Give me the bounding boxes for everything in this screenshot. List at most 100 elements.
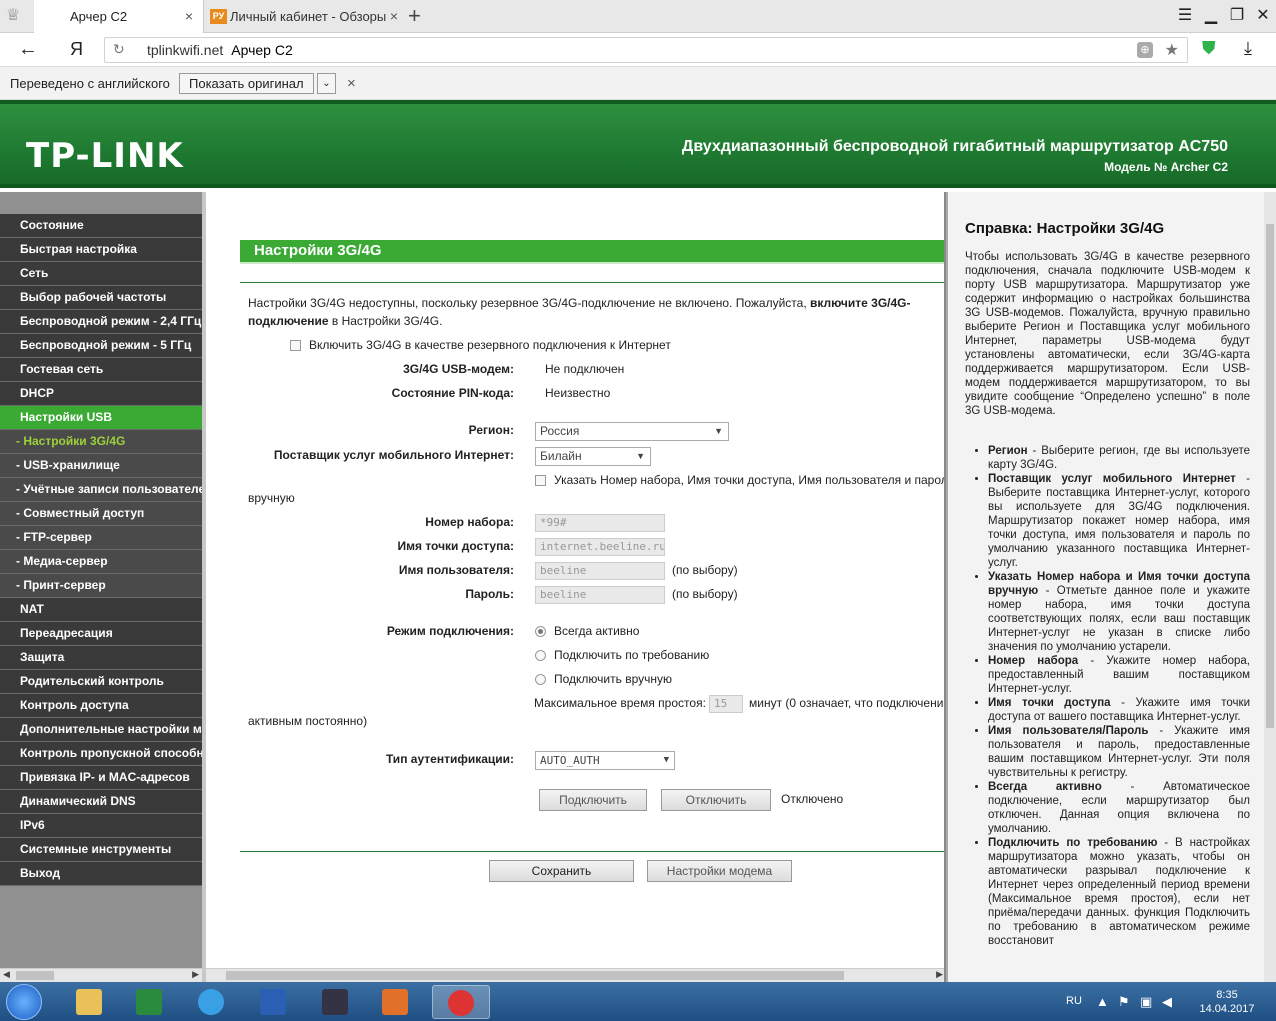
password-input[interactable]: beeline bbox=[535, 586, 665, 604]
excel-icon[interactable] bbox=[124, 985, 174, 1019]
volume-icon[interactable]: ◀ bbox=[1162, 994, 1172, 1010]
modem-settings-button[interactable]: Настройки модема bbox=[647, 860, 792, 882]
sidebar-item[interactable]: Выход bbox=[0, 862, 202, 886]
scroll-thumb[interactable] bbox=[16, 971, 54, 980]
tab-lichnyi-kabinet[interactable]: РУ Личный кабинет - Обзоры × bbox=[204, 0, 400, 33]
dial-number-input[interactable]: *99# bbox=[535, 514, 665, 532]
main-horizontal-scrollbar[interactable]: ▶ bbox=[206, 968, 944, 982]
mode-manual-radio[interactable] bbox=[535, 674, 546, 685]
manual-settings-checkbox[interactable] bbox=[535, 475, 546, 486]
sidebar-item[interactable]: Состояние bbox=[0, 214, 202, 238]
media-player-icon[interactable] bbox=[370, 985, 420, 1019]
menu-horizontal-scrollbar[interactable]: ◀ ▶ bbox=[0, 968, 202, 982]
url-text[interactable]: tplinkwifi.net Арчер C2 bbox=[147, 42, 293, 58]
connect-button[interactable]: Подключить bbox=[539, 789, 647, 811]
protect-shield-icon[interactable]: ⛊ bbox=[1202, 38, 1220, 58]
mode-demand-radio[interactable] bbox=[535, 650, 546, 661]
menu-spacer bbox=[0, 192, 202, 214]
hamburger-menu-icon[interactable]: ☰ bbox=[1174, 6, 1196, 26]
help-item-term: Регион bbox=[988, 445, 1028, 457]
help-item-term: Номер набора bbox=[988, 655, 1079, 667]
sidebar-item[interactable]: Динамический DNS bbox=[0, 790, 202, 814]
back-arrow-icon[interactable]: ← bbox=[18, 38, 38, 61]
sidebar-item[interactable]: NAT bbox=[0, 598, 202, 622]
scroll-right-icon[interactable]: ▶ bbox=[936, 969, 943, 980]
sidebar-item[interactable]: - Настройки 3G/4G bbox=[0, 430, 202, 454]
translate-message: Переведено с английского bbox=[10, 76, 170, 91]
sidebar-item[interactable]: Системные инструменты bbox=[0, 838, 202, 862]
restore-icon[interactable]: ❐ bbox=[1226, 6, 1248, 26]
sidebar-item[interactable]: - USB-хранилище bbox=[0, 454, 202, 478]
explorer-icon[interactable] bbox=[64, 985, 114, 1019]
scroll-right-icon[interactable]: ▶ bbox=[192, 969, 199, 980]
system-clock[interactable]: 8:35 14.04.2017 bbox=[1190, 988, 1264, 1016]
bookmark-star-icon[interactable]: ★ bbox=[1165, 40, 1179, 60]
browser-menu-icon[interactable]: ♕ bbox=[6, 6, 26, 26]
sidebar-item[interactable]: Гостевая сеть bbox=[0, 358, 202, 382]
sidebar-item[interactable]: DHCP bbox=[0, 382, 202, 406]
tab-close-icon[interactable]: × bbox=[390, 0, 398, 33]
save-button[interactable]: Сохранить bbox=[489, 860, 634, 882]
idle-time-input[interactable]: 15 bbox=[709, 695, 743, 713]
sidebar-item[interactable]: Привязка IP- и MAC-адресов bbox=[0, 766, 202, 790]
sidebar-item[interactable]: - Совместный доступ bbox=[0, 502, 202, 526]
minimize-icon[interactable]: ▁ bbox=[1200, 6, 1222, 26]
sidebar-item[interactable]: Сеть bbox=[0, 262, 202, 286]
url-page-title: Арчер C2 bbox=[231, 42, 293, 58]
tab-close-icon[interactable]: × bbox=[185, 0, 193, 33]
sidebar-item[interactable]: Переадресация bbox=[0, 622, 202, 646]
sidebar-item[interactable]: Защита bbox=[0, 646, 202, 670]
mode-always-radio[interactable] bbox=[535, 626, 546, 637]
sidebar-item[interactable]: Беспроводной режим - 5 ГГц bbox=[0, 334, 202, 358]
auth-type-select[interactable]: AUTO_AUTH ▼ bbox=[535, 751, 675, 770]
url-field[interactable]: ↻ tplinkwifi.net Арчер C2 ⊕ ★ bbox=[104, 37, 1188, 63]
sidebar-item[interactable]: Контроль доступа bbox=[0, 694, 202, 718]
sidebar-item[interactable]: Контроль пропускной способности bbox=[0, 742, 202, 766]
region-select[interactable]: Россия ▼ bbox=[535, 422, 729, 441]
pin-status-value: Неизвестно bbox=[545, 386, 611, 400]
sidebar-item[interactable]: - FTP-сервер bbox=[0, 526, 202, 550]
idle-time-label: Максимальное время простоя: bbox=[534, 696, 706, 710]
sidebar-item[interactable]: IPv6 bbox=[0, 814, 202, 838]
reload-icon[interactable]: ↻ bbox=[113, 41, 125, 58]
disconnect-button[interactable]: Отключить bbox=[661, 789, 771, 811]
yandex-logo[interactable]: Я bbox=[70, 39, 83, 60]
sidebar-item[interactable]: Родительский контроль bbox=[0, 670, 202, 694]
scroll-thumb[interactable] bbox=[1266, 224, 1274, 728]
close-window-icon[interactable]: ✕ bbox=[1252, 6, 1274, 26]
translate-close-icon[interactable]: × bbox=[347, 75, 356, 92]
start-button[interactable] bbox=[6, 984, 42, 1020]
tab-archer-c2[interactable]: Арчер C2 × bbox=[34, 0, 204, 33]
scroll-thumb[interactable] bbox=[226, 971, 844, 980]
sidebar-item[interactable]: - Принт-сервер bbox=[0, 574, 202, 598]
flag-icon[interactable]: ⚑ bbox=[1118, 994, 1130, 1010]
isp-select[interactable]: Билайн ▼ bbox=[535, 447, 651, 466]
floppy-icon[interactable] bbox=[310, 985, 360, 1019]
sidebar-item[interactable]: Настройки USB bbox=[0, 406, 202, 430]
help-intro: Чтобы использовать 3G/4G в качестве резе… bbox=[965, 251, 1250, 417]
username-input[interactable]: beeline bbox=[535, 562, 665, 580]
word-icon[interactable] bbox=[248, 985, 298, 1019]
show-original-button[interactable]: Показать оригинал bbox=[179, 73, 314, 94]
language-indicator[interactable]: RU bbox=[1066, 995, 1082, 1007]
help-vertical-scrollbar[interactable] bbox=[1264, 192, 1276, 982]
new-tab-button[interactable]: + bbox=[408, 0, 421, 32]
sidebar-item[interactable]: - Учётные записи пользователей bbox=[0, 478, 202, 502]
sidebar-item[interactable]: Беспроводной режим - 2,4 ГГц bbox=[0, 310, 202, 334]
translate-icon[interactable]: ⊕ bbox=[1137, 42, 1153, 58]
sidebar-item[interactable]: - Медиа-сервер bbox=[0, 550, 202, 574]
sidebar-item[interactable]: Быстрая настройка bbox=[0, 238, 202, 262]
scroll-left-icon[interactable]: ◀ bbox=[3, 969, 10, 980]
enable-backup-checkbox[interactable] bbox=[290, 340, 301, 351]
download-icon[interactable]: ⤓ bbox=[1244, 38, 1252, 59]
isp-label: Поставщик услуг мобильного Интернет: bbox=[273, 448, 514, 462]
network-icon[interactable]: ▣ bbox=[1140, 994, 1152, 1010]
ie-icon[interactable] bbox=[186, 985, 236, 1019]
sidebar-item[interactable]: Выбор рабочей частоты bbox=[0, 286, 202, 310]
sidebar-item[interactable]: Дополнительные настройки маршрутизации bbox=[0, 718, 202, 742]
yandex-browser-taskbar-icon[interactable] bbox=[432, 985, 490, 1019]
help-item-text: - В настройках маршрутизатора можно указ… bbox=[988, 837, 1250, 947]
translate-dropdown-button[interactable]: ⌄ bbox=[317, 73, 336, 94]
apn-input[interactable]: internet.beeline.ru bbox=[535, 538, 665, 556]
tray-expand-icon[interactable]: ▲ bbox=[1096, 994, 1109, 1009]
